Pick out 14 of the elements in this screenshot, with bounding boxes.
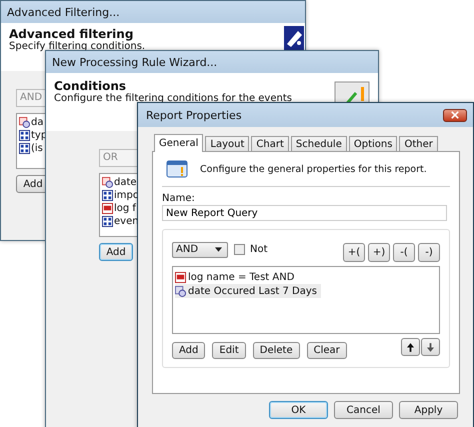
name-label: Name:: [162, 193, 196, 204]
info-text: Configure the general properties for this report.: [200, 164, 427, 174]
window-title: New Processing Rule Wizard...: [52, 56, 218, 68]
window-title: Report Properties: [146, 108, 242, 122]
page-heading: Conditions: [54, 79, 128, 93]
condition-text: da: [31, 117, 44, 128]
condition-text: (is: [31, 143, 43, 154]
page-subheading: Specify filtering conditions.: [9, 41, 146, 52]
page-subheading: Configure the filtering conditions for the events: [54, 93, 293, 104]
condition-text: date: [114, 177, 137, 188]
page-heading: Advanced filtering: [9, 27, 134, 41]
window-title: Advanced Filtering...: [7, 6, 120, 18]
not-label: Not: [250, 244, 268, 255]
condition-text: log f: [114, 203, 136, 214]
